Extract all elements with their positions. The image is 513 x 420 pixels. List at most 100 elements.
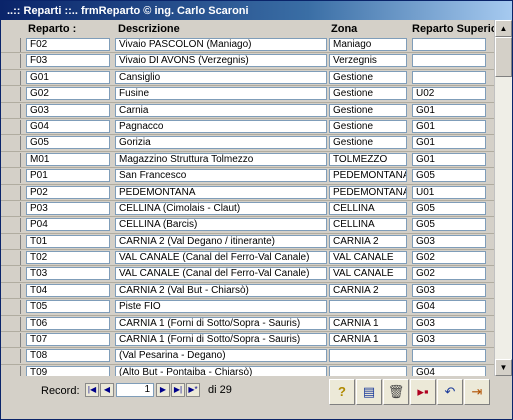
descrizione-field[interactable]: Piste FIO bbox=[115, 300, 327, 314]
reparto-superiore-field[interactable]: G01 bbox=[412, 103, 486, 117]
reparto-field[interactable]: T04 bbox=[26, 283, 110, 297]
first-record-icon[interactable]: |◀ bbox=[85, 383, 99, 397]
zona-field[interactable]: Gestione bbox=[329, 103, 407, 117]
reparto-superiore-field[interactable]: G05 bbox=[412, 201, 486, 215]
zona-field[interactable]: Verzegnis bbox=[329, 54, 407, 68]
zona-field[interactable] bbox=[329, 365, 407, 376]
record-selector[interactable] bbox=[4, 316, 21, 331]
record-selector[interactable] bbox=[4, 169, 21, 184]
zona-field[interactable]: Gestione bbox=[329, 87, 407, 101]
zona-field[interactable]: PEDEMONTANA bbox=[329, 169, 407, 183]
descrizione-field[interactable]: Vivaio PASCOLON (Maniago) bbox=[115, 38, 327, 51]
record-selector[interactable] bbox=[4, 152, 21, 167]
undo-button[interactable]: ↶ bbox=[437, 379, 463, 405]
zona-field[interactable]: PEDEMONTANA bbox=[329, 185, 407, 199]
reparto-field[interactable]: T08 bbox=[26, 349, 110, 363]
descrizione-field[interactable]: Magazzino Struttura Tolmezzo bbox=[115, 152, 327, 166]
descrizione-field[interactable]: San Francesco bbox=[115, 169, 327, 183]
reparto-superiore-field[interactable]: G02 bbox=[412, 267, 486, 281]
descrizione-field[interactable]: Carnia bbox=[115, 103, 327, 117]
reparto-superiore-field[interactable]: G02 bbox=[412, 251, 486, 265]
last-record-icon[interactable]: ▶| bbox=[171, 383, 185, 397]
reparto-field[interactable]: P02 bbox=[26, 185, 110, 199]
reparto-field[interactable]: G04 bbox=[26, 119, 110, 133]
record-selector[interactable] bbox=[4, 333, 21, 348]
record-selector[interactable] bbox=[4, 136, 21, 151]
zona-field[interactable] bbox=[329, 349, 407, 363]
reparto-field[interactable]: T05 bbox=[26, 300, 110, 314]
reparto-field[interactable]: T02 bbox=[26, 251, 110, 265]
descrizione-field[interactable]: VAL CANALE (Canal del Ferro-Val Canale) bbox=[115, 251, 327, 265]
reparto-superiore-field[interactable] bbox=[412, 70, 486, 84]
reparto-field[interactable]: T07 bbox=[26, 333, 110, 347]
reparto-superiore-field[interactable]: G05 bbox=[412, 169, 486, 183]
reparto-field[interactable]: T09 bbox=[26, 365, 110, 376]
record-selector[interactable] bbox=[4, 38, 21, 52]
zona-field[interactable]: CELLINA bbox=[329, 218, 407, 232]
reparto-superiore-field[interactable] bbox=[412, 54, 486, 68]
reparto-field[interactable]: T06 bbox=[26, 316, 110, 330]
reparto-field[interactable]: G03 bbox=[26, 103, 110, 117]
reparto-field[interactable]: F03 bbox=[26, 54, 110, 68]
zona-field[interactable]: VAL CANALE bbox=[329, 267, 407, 281]
reparto-superiore-field[interactable]: U01 bbox=[412, 185, 486, 199]
record-selector[interactable] bbox=[4, 119, 21, 134]
descrizione-field[interactable]: CELLINA (Cimolais - Claut) bbox=[115, 201, 327, 215]
reparto-superiore-field[interactable]: G03 bbox=[412, 283, 486, 297]
zona-field[interactable]: CARNIA 1 bbox=[329, 316, 407, 330]
record-selector[interactable] bbox=[4, 349, 21, 364]
reparto-superiore-field[interactable]: G03 bbox=[412, 333, 486, 347]
scroll-thumb[interactable] bbox=[495, 37, 512, 77]
record-selector[interactable] bbox=[4, 218, 21, 233]
descrizione-field[interactable]: Cansiglio bbox=[115, 70, 327, 84]
reparto-superiore-field[interactable]: G01 bbox=[412, 119, 486, 133]
descrizione-field[interactable]: CARNIA 1 (Forni di Sotto/Sopra - Sauris) bbox=[115, 333, 327, 347]
reparto-superiore-field[interactable]: G03 bbox=[412, 316, 486, 330]
reparto-field[interactable]: T03 bbox=[26, 267, 110, 281]
zona-field[interactable]: Maniago bbox=[329, 38, 407, 51]
descrizione-field[interactable]: Fusine bbox=[115, 87, 327, 101]
scroll-down-arrow-icon[interactable]: ▼ bbox=[495, 359, 512, 376]
zona-field[interactable]: Gestione bbox=[329, 70, 407, 84]
record-selector[interactable] bbox=[4, 251, 21, 266]
descrizione-field[interactable]: PEDEMONTANA bbox=[115, 185, 327, 199]
record-selector[interactable] bbox=[4, 300, 21, 315]
record-selector[interactable] bbox=[4, 283, 21, 298]
reparto-field[interactable]: P04 bbox=[26, 218, 110, 232]
zona-field[interactable]: CARNIA 2 bbox=[329, 283, 407, 297]
zona-field[interactable]: CARNIA 1 bbox=[329, 333, 407, 347]
descrizione-field[interactable]: CELLINA (Barcis) bbox=[115, 218, 327, 232]
zona-field[interactable]: VAL CANALE bbox=[329, 251, 407, 265]
delete-button[interactable]: 🗑 bbox=[383, 379, 409, 405]
descrizione-field[interactable]: CARNIA 2 (Val But - Chiarsò) bbox=[115, 283, 327, 297]
reparto-field[interactable]: G05 bbox=[26, 136, 110, 150]
help-button[interactable]: ? bbox=[329, 379, 355, 405]
record-selector[interactable] bbox=[4, 267, 21, 282]
descrizione-field[interactable]: Pagnacco bbox=[115, 119, 327, 133]
zona-field[interactable]: Gestione bbox=[329, 136, 407, 150]
reparto-field[interactable]: G01 bbox=[26, 70, 110, 84]
descrizione-field[interactable]: CARNIA 2 (Val Degano / itinerante) bbox=[115, 234, 327, 248]
zona-field[interactable]: CARNIA 2 bbox=[329, 234, 407, 248]
previous-record-icon[interactable]: ◀ bbox=[100, 383, 114, 397]
record-selector[interactable] bbox=[4, 54, 21, 69]
record-selector[interactable] bbox=[4, 103, 21, 118]
reparto-superiore-field[interactable]: G05 bbox=[412, 218, 486, 232]
record-selector[interactable] bbox=[4, 185, 21, 200]
reparto-superiore-field[interactable] bbox=[412, 349, 486, 363]
reparto-field[interactable]: M01 bbox=[26, 152, 110, 166]
scroll-up-arrow-icon[interactable]: ▲ bbox=[495, 20, 512, 37]
zona-field[interactable]: Gestione bbox=[329, 119, 407, 133]
descrizione-field[interactable]: (Val Pesarina - Degano) bbox=[115, 349, 327, 363]
reparto-superiore-field[interactable]: G01 bbox=[412, 152, 486, 166]
record-selector[interactable] bbox=[4, 70, 21, 85]
zona-field[interactable]: CELLINA bbox=[329, 201, 407, 215]
reparto-superiore-field[interactable]: G03 bbox=[412, 234, 486, 248]
exit-button[interactable]: ⇥ bbox=[464, 379, 490, 405]
descrizione-field[interactable]: VAL CANALE (Canal del Ferro-Val Canale) bbox=[115, 267, 327, 281]
record-selector[interactable] bbox=[4, 87, 21, 102]
navigate-button[interactable]: ▸▪ bbox=[410, 379, 436, 405]
reparto-field[interactable]: G02 bbox=[26, 87, 110, 101]
reparto-superiore-field[interactable]: G01 bbox=[412, 136, 486, 150]
descrizione-field[interactable]: CARNIA 1 (Forni di Sotto/Sopra - Sauris) bbox=[115, 316, 327, 330]
